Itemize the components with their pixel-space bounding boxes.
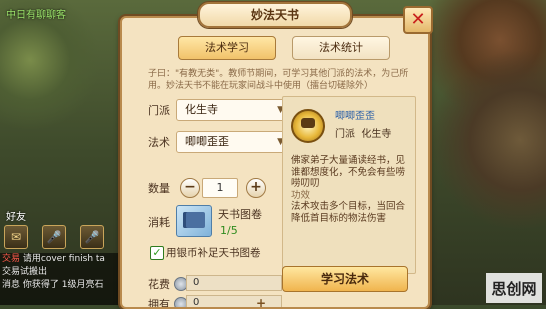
player-name: 中日有聊聊客 <box>6 10 66 21</box>
spell-select[interactable]: 唧唧歪歪 ▼ <box>176 131 290 153</box>
close-icon[interactable]: ✕ <box>403 6 433 34</box>
chat-icon[interactable]: ✉ <box>4 225 28 249</box>
spell-dialog: 法术学习 法术统计 子曰："有教无类"。教师节期间，可学习其他门派的法术，为己所… <box>120 16 430 309</box>
cost-value: 0 <box>186 275 282 291</box>
own-value: 0 <box>186 295 282 307</box>
spell-school: 门派 化生寺 <box>335 129 392 140</box>
spell-description: 佛家弟子大量诵读经书，见谁都想度化，不免会有些唠唠叨叨 功效 法术攻击多个目标，… <box>291 155 406 224</box>
spell-info-panel: 唧唧歪歪 门派 化生寺 佛家弟子大量诵读经书，见谁都想度化，不免会有些唠唠叨叨 … <box>282 96 416 274</box>
consume-label: 消耗 <box>148 216 170 229</box>
learn-spell-button[interactable]: 学习法术 <box>282 266 408 292</box>
chat-line: 交易 请用cover finish ta <box>2 254 105 264</box>
consume-item: 天书图卷 <box>218 208 262 221</box>
chat-line: 消息 你获得了 1级月亮石 <box>2 280 104 290</box>
chat-panel[interactable]: 交易 请用cover finish ta 交易试搬出 消息 你获得了 1级月亮石 <box>0 253 120 305</box>
faction-select[interactable]: 化生寺 ▼ <box>176 99 290 121</box>
consume-count: 1/5 <box>220 224 238 237</box>
faction-label: 门派 <box>148 104 170 117</box>
dialog-description: 子曰："有教无类"。教师节期间，可学习其他门派的法术，为己所用。妙法天书不能在玩… <box>148 69 409 91</box>
book-icon[interactable] <box>176 205 212 237</box>
add-silver-icon[interactable]: + <box>256 296 266 307</box>
dialog-title: 妙法天书 <box>198 2 352 28</box>
tab-spell-stats[interactable]: 法术统计 <box>292 36 390 60</box>
decrease-button[interactable]: − <box>180 178 200 198</box>
spell-name: 唧唧歪歪 <box>335 111 375 122</box>
spell-label: 法术 <box>148 136 170 149</box>
spell-icon <box>291 109 325 143</box>
quantity-input[interactable]: 1 <box>202 178 238 198</box>
mic-icon[interactable]: 🎤 <box>80 225 104 249</box>
friend-label: 好友 <box>6 212 26 223</box>
checkbox-label: 用银币补足天书图卷 <box>166 247 261 259</box>
chat-line: 交易试搬出 <box>2 267 48 277</box>
qty-label: 数量 <box>148 182 170 195</box>
silver-fill-checkbox[interactable]: ✓ <box>150 246 164 260</box>
cost-label: 花费 <box>148 278 170 291</box>
increase-button[interactable]: + <box>246 178 266 198</box>
tab-spell-learn[interactable]: 法术学习 <box>178 36 276 60</box>
mic-icon[interactable]: 🎤 <box>42 225 66 249</box>
watermark: 思创网 <box>486 273 542 303</box>
own-label: 拥有 <box>148 298 170 309</box>
